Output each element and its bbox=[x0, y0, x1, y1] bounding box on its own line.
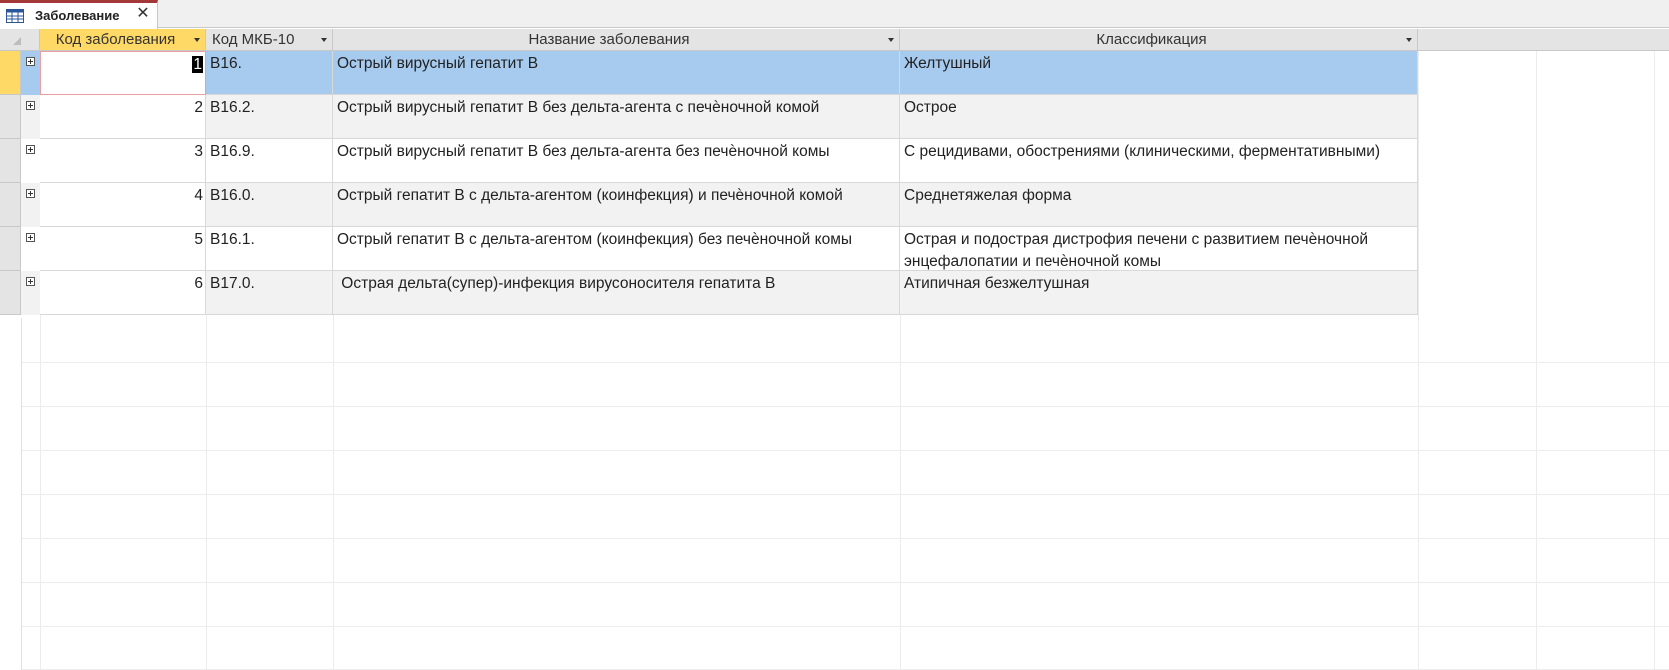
expand-plus-icon[interactable] bbox=[26, 101, 35, 110]
table-row[interactable]: 4 B16.0. Острый гепатит B с дельта-агент… bbox=[0, 183, 1418, 227]
header-nazvanie[interactable]: Название заболевания bbox=[333, 29, 900, 51]
table-row[interactable]: 2 B16.2. Острый вирусный гепатит B без д… bbox=[0, 95, 1418, 139]
table-row[interactable]: 6 B17.0. Острая дельта(супер)-инфекция в… bbox=[0, 271, 1418, 315]
document-tab-bar: Заболевание ✕ bbox=[0, 0, 1669, 29]
expand-plus-icon[interactable] bbox=[26, 189, 35, 198]
document-tab[interactable]: Заболевание ✕ bbox=[0, 0, 158, 29]
cell-name[interactable]: Острый вирусный гепатит B без дельта-аге… bbox=[333, 95, 900, 139]
cell-id[interactable]: 5 bbox=[40, 227, 206, 271]
cell-name[interactable]: Острая дельта(супер)-инфекция вирусоноси… bbox=[333, 271, 900, 315]
table-icon bbox=[6, 9, 24, 23]
table-row[interactable]: 1 B16. Острый вирусный гепатит B Желтушн… bbox=[0, 51, 1418, 95]
header-empty bbox=[1418, 29, 1669, 51]
cell-mkb[interactable]: B16.1. bbox=[206, 227, 333, 271]
expand-plus-icon[interactable] bbox=[26, 277, 35, 286]
header-label: Код МКБ-10 bbox=[212, 31, 295, 48]
expand-plus-icon[interactable] bbox=[26, 57, 35, 66]
cell-class[interactable]: С рецидивами, обострениями (клиническими… bbox=[900, 139, 1418, 183]
header-label: Классификация bbox=[1096, 31, 1207, 48]
header-kod-mkb[interactable]: Код МКБ-10 bbox=[206, 29, 333, 51]
expand-plus-icon[interactable] bbox=[26, 233, 35, 242]
expand-plus-icon[interactable] bbox=[26, 145, 35, 154]
cell-mkb[interactable]: B16.2. bbox=[206, 95, 333, 139]
table-row[interactable]: 5 B16.1. Острый гепатит B с дельта-агент… bbox=[0, 227, 1418, 271]
cell-class[interactable]: Атипичная безжелтушная bbox=[900, 271, 1418, 315]
header-label: Код заболевания bbox=[55, 31, 176, 48]
cell-class[interactable]: Острая и подострая дистрофия печени с ра… bbox=[900, 227, 1418, 271]
header-label: Название заболевания bbox=[528, 31, 690, 48]
close-icon[interactable]: ✕ bbox=[135, 4, 151, 24]
sort-dropdown-icon[interactable] bbox=[194, 38, 200, 42]
cell-id[interactable]: 4 bbox=[40, 183, 206, 227]
cell-name[interactable]: Острый вирусный гепатит B bbox=[333, 51, 900, 95]
cell-mkb[interactable]: B17.0. bbox=[206, 271, 333, 315]
cell-id[interactable]: 3 bbox=[40, 139, 206, 183]
row-selector[interactable] bbox=[0, 139, 21, 183]
datasheet: Код заболевания Код МКБ-10 Название забо… bbox=[0, 29, 1669, 670]
row-selector[interactable] bbox=[0, 227, 21, 271]
sort-dropdown-icon[interactable] bbox=[321, 38, 327, 42]
cell-class[interactable]: Острое bbox=[900, 95, 1418, 139]
cell-id[interactable]: 6 bbox=[40, 271, 206, 315]
cell-mkb[interactable]: B16.9. bbox=[206, 139, 333, 183]
select-all-corner[interactable] bbox=[0, 29, 40, 51]
header-kod-zabolevaniya[interactable]: Код заболевания bbox=[40, 29, 206, 51]
header-klassifikaciya[interactable]: Классификация bbox=[900, 29, 1418, 51]
cell-mkb[interactable]: B16.0. bbox=[206, 183, 333, 227]
cell-class[interactable]: Желтушный bbox=[900, 51, 1418, 95]
cell-name[interactable]: Острый гепатит B с дельта-агентом (коинф… bbox=[333, 227, 900, 271]
cell-id[interactable]: 1 bbox=[40, 51, 206, 95]
sort-dropdown-icon[interactable] bbox=[888, 38, 894, 42]
cell-name[interactable]: Острый вирусный гепатит B без дельта-аге… bbox=[333, 139, 900, 183]
row-selector[interactable] bbox=[0, 51, 21, 95]
cell-name[interactable]: Острый гепатит B с дельта-агентом (коинф… bbox=[333, 183, 900, 227]
row-selector[interactable] bbox=[0, 271, 21, 315]
row-selector[interactable] bbox=[0, 95, 21, 139]
cell-class[interactable]: Среднетяжелая форма bbox=[900, 183, 1418, 227]
sort-dropdown-icon[interactable] bbox=[1406, 38, 1412, 42]
row-selector[interactable] bbox=[0, 183, 21, 227]
table-row[interactable]: 3 B16.9. Острый вирусный гепатит B без д… bbox=[0, 139, 1418, 183]
cell-mkb[interactable]: B16. bbox=[206, 51, 333, 95]
tab-title: Заболевание bbox=[35, 8, 120, 23]
cell-id[interactable]: 2 bbox=[40, 95, 206, 139]
